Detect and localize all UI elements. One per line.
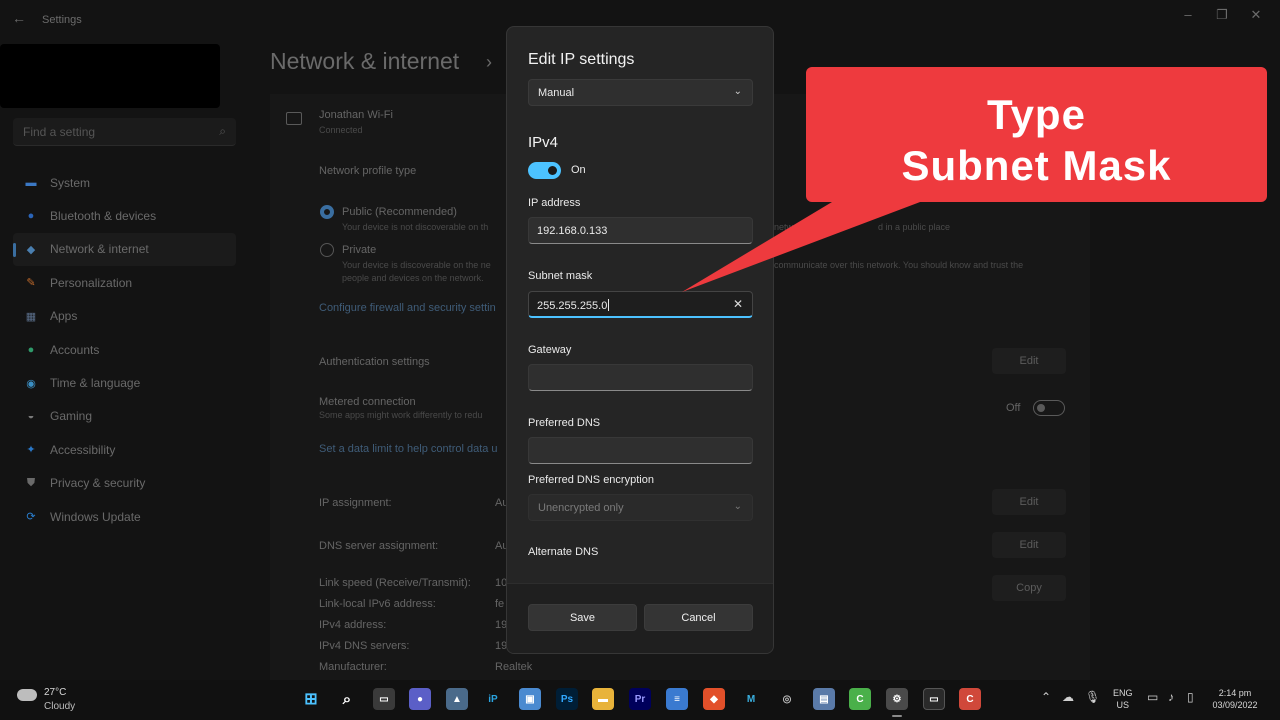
browser-icon[interactable]: ◎	[776, 688, 798, 710]
search-icon[interactable]: ⌕	[336, 688, 358, 710]
calculator-icon[interactable]: ▤	[813, 688, 835, 710]
premiere-icon[interactable]: Pr	[629, 688, 651, 710]
photoshop-icon[interactable]: Ps	[556, 688, 578, 710]
chevron-up-icon[interactable]: ⌃	[1041, 690, 1051, 704]
weather-condition[interactable]: Cloudy	[44, 701, 75, 712]
store-icon[interactable]: ▣	[519, 688, 541, 710]
onedrive-icon[interactable]: ☁	[1062, 690, 1074, 704]
settings-gear-icon[interactable]: ⚙	[886, 688, 908, 710]
weather-temperature[interactable]: 27°C	[44, 687, 66, 698]
notepad-icon[interactable]: ≡	[666, 688, 688, 710]
ip-tool-icon[interactable]: iP	[482, 688, 504, 710]
file-explorer-icon[interactable]: ▬	[592, 688, 614, 710]
photo-editor-icon[interactable]: ▲	[446, 688, 468, 710]
callout-line-1: Type	[987, 91, 1086, 138]
cloud-icon[interactable]	[17, 689, 37, 701]
language-code: ENG	[1113, 688, 1133, 698]
active-app-indicator	[892, 715, 902, 717]
clock-time: 2:14 pm	[1218, 688, 1252, 698]
app-icon-m[interactable]: M	[740, 688, 762, 710]
screen: ← Settings – ❐ ✕ Find a setting ⌕ ▬ Syste…	[0, 0, 1280, 720]
language-indicator[interactable]: ENG US	[1113, 687, 1133, 711]
volume-icon[interactable]: ♪	[1168, 690, 1174, 704]
task-view-icon[interactable]: ▭	[373, 688, 395, 710]
brave-icon[interactable]: ◆	[703, 688, 725, 710]
callout-text: Type Subnet Mask	[806, 89, 1267, 191]
callout-line-2: Subnet Mask	[901, 142, 1172, 189]
terminal-icon[interactable]: ▭	[923, 688, 945, 710]
region-code: US	[1116, 700, 1130, 710]
recorder-icon[interactable]: C	[959, 688, 981, 710]
clock[interactable]: 2:14 pm 03/09/2022	[1210, 687, 1260, 711]
camtasia-icon[interactable]: C	[849, 688, 871, 710]
battery-icon[interactable]: ▯	[1187, 690, 1194, 704]
clock-date: 03/09/2022	[1212, 700, 1258, 710]
teams-icon[interactable]: ●	[409, 688, 431, 710]
start-icon[interactable]: ⊞	[300, 688, 322, 710]
microphone-icon[interactable]: 🎙	[1085, 690, 1100, 704]
tutorial-callout: Type Subnet Mask	[806, 67, 1267, 202]
network-icon[interactable]: ▭	[1147, 690, 1158, 704]
